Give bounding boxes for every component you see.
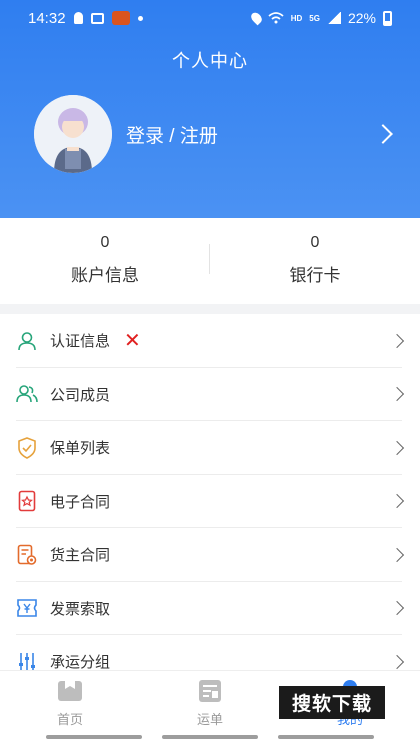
- network-label: 5G: [309, 13, 320, 23]
- menu-item-label: 发票索取: [50, 600, 111, 618]
- page-title: 个人中心: [172, 51, 248, 71]
- nav-recents-pill[interactable]: [46, 735, 142, 739]
- menu-item-shipper-contract[interactable]: 货主合同: [0, 528, 420, 582]
- battery-percent: 22%: [347, 10, 376, 26]
- account-stats: 0 账户信息 0 银行卡: [0, 218, 420, 304]
- status-time: 14:32: [28, 9, 66, 27]
- home-icon: [58, 681, 82, 701]
- chevron-right-icon: [389, 440, 405, 455]
- document-icon: [16, 544, 38, 566]
- unverified-x-icon: ✕: [124, 329, 141, 352]
- nav-back-pill[interactable]: [278, 735, 374, 739]
- menu-item-certification[interactable]: 认证信息 ✕: [0, 314, 420, 368]
- user-icon: [16, 330, 38, 352]
- bank-card-label: 银行卡: [289, 266, 341, 285]
- menu-item-company-members[interactable]: 公司成员: [0, 368, 420, 422]
- status-bar: 14:32 HD 5G 22%: [0, 0, 420, 36]
- chevron-right-icon: [389, 654, 405, 669]
- account-info-stat[interactable]: 0 账户信息: [0, 218, 210, 304]
- tab-label: 运单: [196, 712, 223, 727]
- menu-item-policy-list[interactable]: 保单列表: [0, 421, 420, 475]
- profile-header: 14:32 HD 5G 22% 个人中心 登录 / 注册: [0, 0, 420, 218]
- contract-icon: [16, 490, 38, 512]
- chevron-right-icon: [389, 601, 405, 616]
- avatar-illustration: [34, 95, 112, 173]
- chevron-right-icon: [389, 494, 405, 509]
- waybill-icon: [199, 680, 221, 702]
- menu-item-label: 电子合同: [50, 493, 111, 511]
- menu-item-label: 保单列表: [50, 440, 111, 458]
- tab-waybill[interactable]: 运单: [140, 671, 280, 730]
- bank-card-stat[interactable]: 0 银行卡: [210, 218, 420, 304]
- menu-item-label: 公司成员: [50, 386, 111, 404]
- chevron-right-icon: [389, 547, 405, 562]
- signal-icon: [326, 12, 341, 24]
- invoice-icon: [16, 597, 38, 619]
- users-icon: [16, 383, 38, 405]
- more-notifications-icon: [137, 15, 143, 21]
- login-register-row[interactable]: 登录 / 注册: [34, 95, 404, 173]
- chevron-right-icon: [389, 333, 405, 348]
- menu-item-invoice-request[interactable]: 发票索取: [0, 582, 420, 636]
- nav-home-pill[interactable]: [162, 735, 258, 739]
- login-register-link[interactable]: 登录 / 注册: [126, 121, 376, 148]
- shield-icon: [16, 436, 38, 459]
- wifi-icon: [268, 12, 284, 24]
- avatar[interactable]: [34, 95, 112, 173]
- app-notification-icon: [111, 11, 130, 25]
- account-info-label: 账户信息: [71, 266, 139, 285]
- chevron-right-icon[interactable]: [373, 124, 393, 144]
- menu-item-e-contract[interactable]: 电子合同: [0, 475, 420, 529]
- bank-card-count: 0: [310, 234, 320, 251]
- tab-label: 首页: [56, 712, 83, 727]
- section-divider: [0, 304, 420, 314]
- menu-item-label: 认证信息: [50, 333, 111, 351]
- watermark-badge: 搜软下载: [279, 686, 385, 719]
- account-info-count: 0: [100, 234, 110, 251]
- tab-home[interactable]: 首页: [0, 671, 140, 730]
- menu-item-label: 货主合同: [50, 547, 111, 565]
- stats-divider: [209, 244, 210, 274]
- system-nav-bar: [0, 730, 420, 746]
- hd-label: HD: [290, 13, 303, 23]
- chevron-right-icon: [389, 387, 405, 402]
- location-icon: [248, 10, 264, 26]
- image-icon: [90, 12, 104, 24]
- battery-icon: [383, 10, 392, 26]
- lightbulb-icon: [73, 12, 83, 24]
- settings-menu: 认证信息 ✕ 公司成员 保单列表 电子合同 货主合同 发票索取 承运分组: [0, 314, 420, 689]
